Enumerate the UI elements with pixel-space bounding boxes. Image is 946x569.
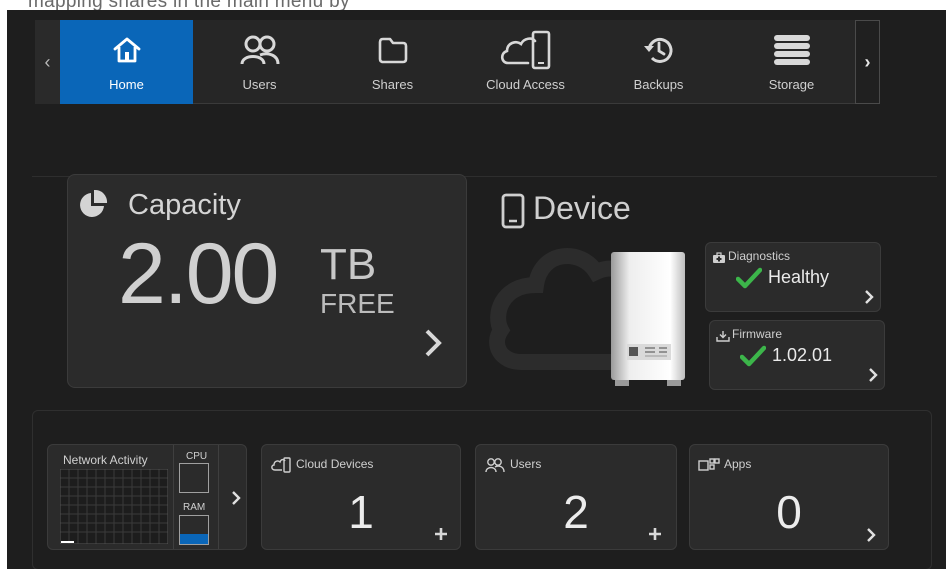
cloud-device-icon	[270, 457, 292, 473]
network-activity-card[interactable]: Network Activity CPU RAM	[47, 444, 247, 550]
diagnostics-label: Diagnostics	[728, 249, 791, 263]
nav-tab-users-label: Users	[242, 77, 277, 92]
cropped-caption: mapping shares in the main menu by	[28, 0, 350, 10]
cpu-meter	[179, 463, 209, 493]
apps-count: 0	[776, 486, 802, 538]
firmware-chevron-icon[interactable]	[868, 367, 878, 383]
nav-tab-home[interactable]: Home	[60, 20, 193, 104]
home-icon	[60, 29, 193, 71]
main-nav: ‹ Home Users Shares Cloud Access Backups…	[35, 20, 880, 104]
nav-next-arrow[interactable]: ›	[855, 20, 880, 104]
users-icon	[193, 29, 326, 71]
firmware-value: 1.02.01	[772, 345, 833, 365]
ram-label: RAM	[183, 502, 206, 513]
apps-icon	[698, 457, 720, 473]
divider	[218, 445, 219, 549]
diagnostics-value: Healthy	[768, 267, 830, 287]
cpu-label: CPU	[186, 451, 208, 462]
ram-meter	[179, 515, 209, 545]
diagnostics-chevron-icon[interactable]	[864, 289, 874, 305]
folder-icon	[326, 29, 459, 71]
nav-tab-users[interactable]: Users	[193, 20, 326, 104]
history-icon	[592, 29, 725, 71]
users-card[interactable]: Users 2	[475, 444, 677, 550]
nav-tab-cloud-access[interactable]: Cloud Access	[459, 20, 592, 104]
check-icon	[735, 267, 763, 289]
divider	[173, 445, 174, 549]
users-count: 2	[563, 486, 589, 538]
apps-chevron-icon[interactable]	[866, 527, 876, 543]
nav-tab-home-label: Home	[109, 77, 144, 92]
capacity-chevron-icon[interactable]	[423, 327, 443, 359]
firmware-card[interactable]: Firmware 1.02.01	[709, 320, 885, 390]
medkit-icon	[712, 251, 726, 263]
nav-tab-backups[interactable]: Backups	[592, 20, 725, 104]
cloud-device-icon	[459, 29, 592, 71]
storage-icon	[725, 29, 858, 71]
cloud-devices-count: 1	[348, 486, 374, 538]
download-icon	[716, 329, 730, 342]
network-activity-graph	[59, 468, 169, 545]
apps-card[interactable]: Apps 0	[689, 444, 889, 550]
check-icon	[739, 345, 767, 367]
dashboard: ‹ Home Users Shares Cloud Access Backups…	[7, 10, 946, 569]
users-icon	[484, 457, 506, 473]
nav-prev-arrow[interactable]: ‹	[35, 20, 60, 104]
add-user-icon[interactable]	[648, 527, 662, 541]
capacity-suffix: FREE	[320, 288, 395, 319]
cloud-devices-label: Cloud Devices	[296, 457, 374, 471]
nav-tab-backups-label: Backups	[633, 77, 684, 92]
diagnostics-card[interactable]: Diagnostics Healthy	[705, 242, 881, 312]
network-activity-label: Network Activity	[63, 453, 148, 467]
capacity-card[interactable]: Capacity 2.00 TB FREE	[67, 174, 467, 388]
pie-chart-icon	[78, 189, 108, 219]
capacity-value: 2.00	[118, 226, 279, 322]
nav-tab-storage-label: Storage	[768, 77, 815, 92]
nav-tab-shares[interactable]: Shares	[326, 20, 459, 104]
ram-meter-fill	[180, 534, 208, 544]
apps-label: Apps	[724, 457, 752, 471]
users-label: Users	[510, 457, 542, 471]
device-title: Device	[533, 190, 631, 226]
network-chevron-icon[interactable]	[231, 490, 241, 506]
add-cloud-device-icon[interactable]	[434, 527, 448, 541]
capacity-title: Capacity	[128, 189, 241, 221]
top-cropped-text: mapping shares in the main menu by	[0, 0, 946, 10]
nav-tab-shares-label: Shares	[371, 77, 414, 92]
firmware-label: Firmware	[732, 327, 782, 341]
phone-icon	[501, 193, 525, 229]
capacity-unit: TB	[320, 240, 377, 289]
cloud-devices-card[interactable]: Cloud Devices 1	[261, 444, 461, 550]
nas-device-image	[607, 248, 689, 390]
nav-tab-storage[interactable]: Storage	[725, 20, 858, 104]
nav-tab-cloud-access-label: Cloud Access	[486, 77, 565, 92]
